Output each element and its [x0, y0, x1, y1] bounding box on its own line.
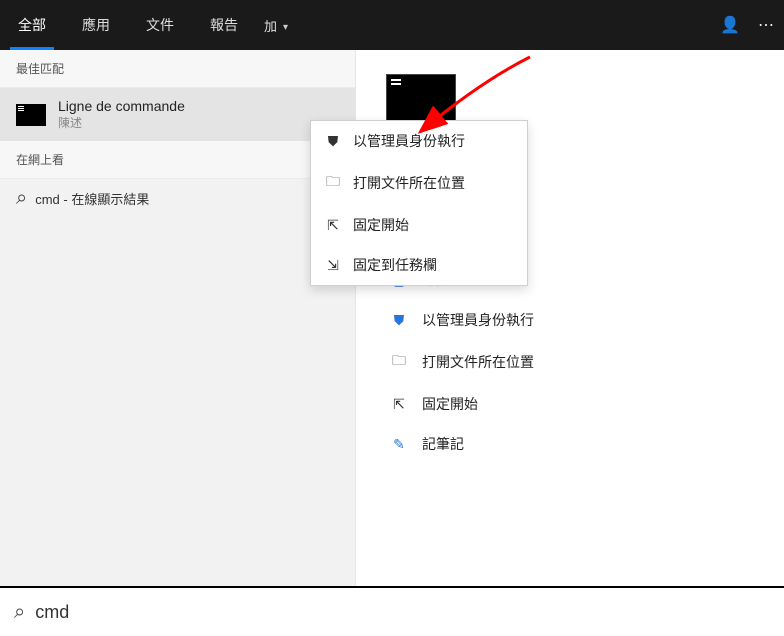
context-run-as-admin[interactable]: 以管理員身份執行 [311, 121, 527, 161]
search-input[interactable] [35, 602, 770, 623]
tab-apps[interactable]: 應用 [64, 0, 128, 50]
best-match-header: 最佳匹配 [0, 50, 355, 88]
web-result-label: cmd - 在線顯示結果 [35, 189, 149, 208]
feedback-icon[interactable]: 👤 [720, 15, 740, 35]
action-location-label: 打開文件所在位置 [422, 352, 534, 372]
tab-more-label: 加 [264, 16, 277, 35]
search-bar [0, 586, 784, 636]
shield-icon [325, 133, 341, 150]
web-result-item[interactable]: cmd - 在線顯示結果 [0, 179, 355, 218]
action-take-notes[interactable]: 記筆記 [386, 426, 754, 462]
result-subtitle: 陳述 [58, 114, 185, 131]
cmd-icon [16, 104, 46, 126]
context-open-file-location[interactable]: 打開文件所在位置 [311, 161, 527, 205]
folder-icon [325, 171, 341, 195]
shield-icon [390, 312, 408, 329]
context-pin-start-label: 固定開始 [353, 215, 409, 235]
result-title: Ligne de commande [58, 98, 185, 114]
tab-documents[interactable]: 文件 [128, 0, 192, 50]
context-admin-label: 以管理員身份執行 [353, 131, 465, 151]
action-open-file-location[interactable]: 打開文件所在位置 [386, 342, 754, 382]
pin-icon [325, 217, 341, 234]
preview-action-list: 打開 以管理員身份執行 打開文件所在位置 固定開始 記筆記 [386, 262, 754, 462]
context-pin-taskbar-label: 固定到任務欄 [353, 255, 437, 275]
top-navigation-bar: 全部 應用 文件 報告 加 👤 ⋯ [0, 0, 784, 50]
folder-icon [390, 350, 408, 374]
tab-strip: 全部 應用 文件 報告 加 [0, 0, 288, 50]
tab-reports[interactable]: 報告 [192, 0, 256, 50]
chevron-down-icon [277, 18, 288, 33]
tab-more-dropdown[interactable]: 加 [264, 0, 288, 50]
note-icon [390, 436, 408, 453]
context-location-label: 打開文件所在位置 [353, 173, 465, 193]
topbar-right-controls: 👤 ⋯ [720, 15, 774, 35]
results-pane: 最佳匹配 Ligne de commande 陳述 在網上看 cmd - 在線顯… [0, 50, 356, 586]
web-section-header: 在網上看 [0, 141, 355, 179]
action-run-as-admin[interactable]: 以管理員身份執行 [386, 302, 754, 338]
search-icon [16, 187, 27, 210]
context-menu: 以管理員身份執行 打開文件所在位置 固定開始 固定到任務欄 [310, 120, 528, 286]
action-pin-start-label: 固定開始 [422, 394, 478, 414]
result-item-cmd[interactable]: Ligne de commande 陳述 [0, 88, 355, 141]
result-text: Ligne de commande 陳述 [58, 98, 185, 131]
action-admin-label: 以管理員身份執行 [422, 310, 534, 330]
search-icon [14, 601, 25, 624]
context-pin-to-taskbar[interactable]: 固定到任務欄 [311, 245, 527, 285]
tab-all[interactable]: 全部 [0, 0, 64, 50]
action-notes-label: 記筆記 [422, 434, 464, 454]
context-pin-to-start[interactable]: 固定開始 [311, 205, 527, 245]
pin-icon [390, 396, 408, 413]
action-pin-to-start[interactable]: 固定開始 [386, 386, 754, 422]
more-options-icon[interactable]: ⋯ [758, 15, 774, 35]
pin-taskbar-icon [325, 257, 341, 274]
